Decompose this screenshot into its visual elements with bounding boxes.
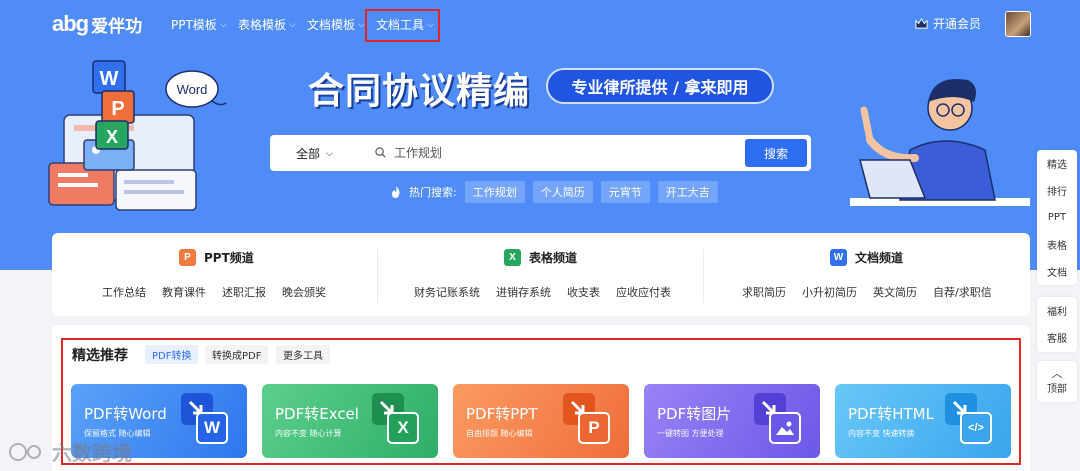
sidebar-item-sheet[interactable]: 表格 <box>1037 231 1077 258</box>
sidebar-item-ppt[interactable]: PPT <box>1037 204 1077 231</box>
logo-name: 爱伴功 <box>91 16 143 37</box>
svg-text:W: W <box>100 68 119 90</box>
channel-sheet-title[interactable]: X 表格频道 <box>504 249 577 266</box>
hot-tag[interactable]: 元宵节 <box>600 181 650 203</box>
channel-link[interactable]: 英文简历 <box>873 284 917 300</box>
channel-ppt: P PPT频道 工作总结 教育课件 述职汇报 晚会颁奖 <box>52 233 377 316</box>
highlight-box-nav <box>365 9 440 42</box>
search-input[interactable] <box>394 143 694 163</box>
channel-link[interactable]: 进销存系统 <box>496 284 551 300</box>
channel-sheet: X 表格频道 财务记账系统 进销存系统 收支表 应收应付表 <box>378 233 703 316</box>
channel-link[interactable]: 教育课件 <box>162 284 206 300</box>
channel-link[interactable]: 工作总结 <box>102 284 146 300</box>
svg-text:Word: Word <box>177 82 208 97</box>
headline-pill: 专业律所提供 / 拿来即用 <box>546 68 774 104</box>
sidebar-item-doc[interactable]: 文档 <box>1037 258 1077 285</box>
page-title: 合同协议精编 <box>308 71 531 112</box>
channel-link[interactable]: 述职汇报 <box>222 284 266 300</box>
channel-ppt-title[interactable]: P PPT频道 <box>179 249 254 266</box>
hot-tag[interactable]: 工作规划 <box>464 181 525 203</box>
chevron-down-icon: ⌵ <box>219 19 227 30</box>
tab-to-pdf[interactable]: 转换成PDF <box>205 345 269 364</box>
hot-searches: 热门搜索: 工作规划 个人简历 元宵节 开工大吉 <box>391 181 718 203</box>
logo-mark: abg <box>52 11 89 36</box>
channel-link[interactable]: 晚会颁奖 <box>282 284 326 300</box>
hero-banner: W P X Word abg 爱伴功 PPT模板⌵ 表格模板⌵ 文档模板⌵ <box>0 0 1080 270</box>
chevron-down-icon: ⌵ <box>289 19 296 30</box>
sidebar-item-welfare[interactable]: 福利 <box>1037 297 1077 324</box>
search-scope-dropdown[interactable]: 全部 ⌵ <box>296 145 333 162</box>
channel-link[interactable]: 收支表 <box>567 284 600 300</box>
word-icon: W <box>830 249 847 266</box>
ppt-icon: P <box>179 249 196 266</box>
word-icon: W <box>196 412 228 444</box>
card-pdf-to-html[interactable]: PDF转HTML 内容不变 快速转换 </> <box>835 384 1011 458</box>
nav-ppt-templates[interactable]: PPT模板 ⌵ <box>171 16 227 33</box>
card-pdf-to-excel[interactable]: PDF转Excel 内容不变 随心计算 X <box>262 384 438 458</box>
search-button[interactable]: 搜索 <box>745 139 807 167</box>
code-icon: </> <box>960 412 992 444</box>
channel-panel: P PPT频道 工作总结 教育课件 述职汇报 晚会颁奖 X 表格频道 财务记账系… <box>52 233 1030 316</box>
avatar[interactable] <box>1005 11 1031 37</box>
top-nav: abg 爱伴功 PPT模板 ⌵ 表格模板 ⌵ 文档模板 ⌵ 文档工具 ⌵ 开通会员 <box>0 0 1080 48</box>
fire-icon <box>392 186 400 198</box>
man-with-laptop-illustration <box>850 78 1030 206</box>
site-logo[interactable]: abg 爱伴功 <box>52 11 142 37</box>
ppt-icon: P <box>578 412 610 444</box>
watermark: 六数跨境 <box>8 437 132 466</box>
chevron-up-icon: ︿ <box>1051 367 1063 380</box>
image-icon <box>769 412 801 444</box>
nav-sheet-templates[interactable]: 表格模板 ⌵ <box>238 16 296 33</box>
hot-label: 热门搜索: <box>409 186 457 199</box>
hot-tag[interactable]: 个人简历 <box>532 181 593 203</box>
vip-button[interactable]: 开通会员 <box>915 15 981 32</box>
search-bar: 全部 ⌵ 搜索 <box>270 135 811 171</box>
channel-doc: W 文档频道 求职简历 小升初简历 英文简历 自荐/求职信 <box>704 233 1030 316</box>
sidebar-item-featured[interactable]: 精选 <box>1037 150 1077 177</box>
nav-doc-templates[interactable]: 文档模板 ⌵ <box>307 16 365 33</box>
excel-icon: X <box>387 412 419 444</box>
channel-link[interactable]: 财务记账系统 <box>414 284 480 300</box>
svg-text:P: P <box>111 98 124 120</box>
card-pdf-to-ppt[interactable]: PDF转PPT 自由排版 随心编辑 P <box>453 384 629 458</box>
back-to-top-button[interactable]: ︿ 顶部 <box>1037 361 1077 402</box>
channel-link[interactable]: 求职简历 <box>742 284 786 300</box>
channel-link[interactable]: 自荐/求职信 <box>933 284 992 300</box>
watermark-logo-icon <box>9 442 41 461</box>
crown-icon <box>915 17 928 29</box>
featured-title: 精选推荐 <box>72 348 128 364</box>
office-docs-illustration: W P X Word <box>48 60 227 211</box>
svg-text:X: X <box>106 127 118 147</box>
tab-more-tools[interactable]: 更多工具 <box>276 345 330 364</box>
sidebar-item-ranking[interactable]: 排行 <box>1037 177 1077 204</box>
channel-link[interactable]: 应收应付表 <box>616 284 671 300</box>
search-icon <box>375 147 386 158</box>
channel-link[interactable]: 小升初简历 <box>802 284 857 300</box>
chevron-down-icon: ⌵ <box>358 19 365 30</box>
excel-icon: X <box>504 249 521 266</box>
tab-pdf-convert[interactable]: PDF转换 <box>145 345 199 364</box>
channel-doc-title[interactable]: W 文档频道 <box>830 249 903 266</box>
card-pdf-to-image[interactable]: PDF转图片 一键转图 方便处理 <box>644 384 820 458</box>
hot-tag[interactable]: 开工大吉 <box>657 181 718 203</box>
chevron-down-icon: ⌵ <box>326 148 333 159</box>
floating-sidebar-secondary: 福利 客服 <box>1037 297 1077 352</box>
floating-sidebar: 精选 排行 PPT 表格 文档 <box>1037 150 1077 285</box>
sidebar-item-service[interactable]: 客服 <box>1037 324 1077 351</box>
